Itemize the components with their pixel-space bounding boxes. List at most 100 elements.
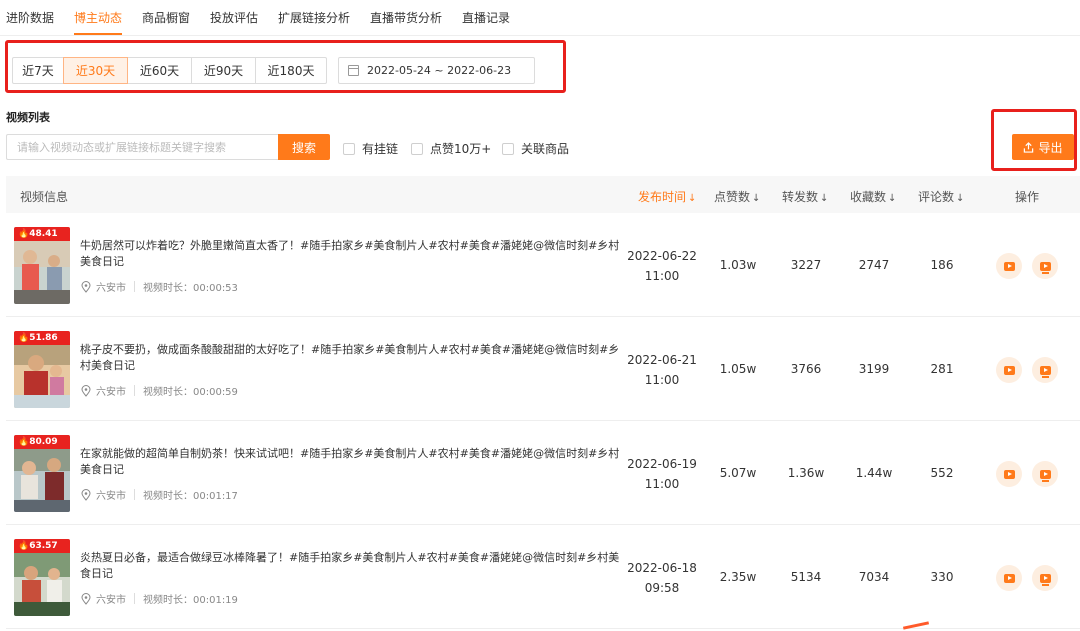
- location-pin-icon: [81, 384, 91, 397]
- column-operations: 操作: [1015, 190, 1040, 204]
- play-video-button[interactable]: [996, 357, 1022, 383]
- video-title[interactable]: 在家就能做的超简单自制奶茶！快来试试吧！#随手拍家乡#美食制片人#农村#美食#潘…: [80, 446, 625, 478]
- date-range-picker[interactable]: 2022-05-24 ~ 2022-06-23: [338, 57, 535, 84]
- column-shares-label: 转发数: [782, 190, 819, 204]
- location-pin-icon: [81, 280, 91, 293]
- comments-count: 281: [930, 362, 954, 376]
- calendar-icon: [348, 65, 359, 76]
- checkbox[interactable]: [343, 142, 355, 155]
- video-thumbnail[interactable]: 🔥 48.41: [14, 227, 70, 304]
- video-thumbnail[interactable]: 🔥 63.57: [14, 539, 70, 616]
- checkbox[interactable]: [411, 142, 423, 155]
- column-video-info: 视频信息: [20, 190, 69, 204]
- range-30-days[interactable]: 近30天: [63, 57, 128, 84]
- publish-date: 2022-06-22: [627, 249, 697, 263]
- filter-likes-100k-label: 点赞10万+: [430, 142, 492, 156]
- shares-count: 5134: [790, 570, 822, 584]
- heat-score-badge: 🔥 51.86: [14, 331, 70, 345]
- video-title[interactable]: 炎热夏日必备，最适合做绿豆冰棒降暑了！#随手拍家乡#美食制片人#农村#美食#潘姥…: [80, 550, 625, 582]
- column-publish-time-label: 发布时间: [638, 190, 687, 204]
- tab-link-analysis[interactable]: 扩展链接分析: [278, 9, 350, 26]
- search-button[interactable]: 搜索: [278, 134, 330, 160]
- video-play-icon: [1003, 365, 1015, 375]
- publish-time: 2022-06-22 11:00: [626, 246, 698, 286]
- sort-arrow-icon: ↓: [688, 193, 697, 204]
- range-7-days[interactable]: 近7天: [12, 57, 64, 84]
- likes-count: 2.35w: [719, 570, 757, 584]
- video-meta: 六安市 视频时长：00:01:19: [81, 591, 238, 606]
- video-title[interactable]: 牛奶居然可以炸着吃？外脆里嫩简直太香了！#随手拍家乡#美食制片人#农村#美食#潘…: [80, 238, 625, 270]
- video-thumbnail[interactable]: 🔥 51.86: [14, 331, 70, 408]
- heat-score: 80.09: [29, 437, 58, 447]
- tv-play-button[interactable]: [1032, 565, 1058, 591]
- tab-product-showcase[interactable]: 商品橱窗: [142, 9, 190, 26]
- heat-score: 51.86: [29, 333, 58, 343]
- top-tabs: 进阶数据 博主动态 商品橱窗 投放评估 扩展链接分析 直播带货分析 直播记录: [0, 0, 1080, 36]
- export-icon: [1024, 141, 1034, 153]
- favorites-count: 1.44w: [855, 466, 893, 480]
- export-label: 导出: [1038, 140, 1063, 155]
- tv-icon: [1039, 365, 1051, 378]
- column-shares[interactable]: 转发数 ↓: [782, 188, 828, 205]
- tab-blogger-activity[interactable]: 博主动态: [74, 9, 122, 26]
- column-favorites-label: 收藏数: [850, 190, 887, 204]
- heat-score-badge: 🔥 80.09: [14, 435, 70, 449]
- video-title[interactable]: 桃子皮不要扔，做成面条酸酸甜甜的太好吃了！#随手拍家乡#美食制片人#农村#美食#…: [80, 342, 625, 374]
- column-favorites[interactable]: 收藏数 ↓: [850, 188, 896, 205]
- play-video-button[interactable]: [996, 253, 1022, 279]
- video-location: 六安市: [96, 491, 126, 502]
- tv-play-button[interactable]: [1032, 253, 1058, 279]
- range-60-days[interactable]: 近60天: [127, 57, 192, 84]
- publish-clock: 11:00: [644, 373, 680, 387]
- column-comments[interactable]: 评论数 ↓: [918, 188, 964, 205]
- video-play-icon: [1003, 261, 1015, 271]
- shares-count: 1.36w: [787, 466, 825, 480]
- location-pin-icon: [81, 592, 91, 605]
- publish-clock: 09:58: [644, 581, 680, 595]
- shares-count: 3227: [790, 258, 822, 272]
- publish-time: 2022-06-19 11:00: [626, 454, 698, 494]
- likes-count: 1.05w: [719, 362, 757, 376]
- checkbox[interactable]: [502, 142, 514, 155]
- video-list-title: 视频列表: [6, 111, 50, 124]
- filter-related-products[interactable]: 关联商品: [502, 140, 569, 157]
- video-meta: 六安市 视频时长：00:01:17: [81, 487, 238, 502]
- likes-count: 5.07w: [719, 466, 757, 480]
- play-video-button[interactable]: [996, 461, 1022, 487]
- video-duration: 视频时长：00:01:17: [143, 491, 238, 502]
- video-meta: 六安市 视频时长：00:00:59: [81, 383, 238, 398]
- favorites-count: 3199: [858, 362, 890, 376]
- tab-live-records[interactable]: 直播记录: [462, 9, 510, 26]
- publish-time: 2022-06-21 11:00: [626, 350, 698, 390]
- publish-clock: 11:00: [644, 269, 680, 283]
- video-thumbnail[interactable]: 🔥 80.09: [14, 435, 70, 512]
- favorites-count: 2747: [858, 258, 890, 272]
- divider: [134, 489, 135, 500]
- sort-arrow-icon: ↓: [888, 193, 897, 204]
- play-video-button[interactable]: [996, 565, 1022, 591]
- column-publish-time[interactable]: 发布时间 ↓: [638, 188, 696, 205]
- active-tab-indicator: [74, 33, 122, 35]
- tab-live-sales-analysis[interactable]: 直播带货分析: [370, 9, 442, 26]
- publish-clock: 11:00: [644, 477, 680, 491]
- search-input[interactable]: [6, 134, 278, 160]
- range-180-days[interactable]: 近180天: [255, 57, 327, 84]
- tab-advanced-data[interactable]: 进阶数据: [6, 9, 54, 26]
- filter-has-link[interactable]: 有挂链: [343, 140, 398, 157]
- video-duration: 视频时长：00:00:59: [143, 387, 238, 398]
- tv-icon: [1039, 469, 1051, 482]
- tv-icon: [1039, 261, 1051, 274]
- column-likes[interactable]: 点赞数 ↓: [714, 188, 760, 205]
- favorites-count: 7034: [858, 570, 890, 584]
- comments-count: 330: [930, 570, 954, 584]
- heat-score-badge: 🔥 63.57: [14, 539, 70, 553]
- tv-play-button[interactable]: [1032, 357, 1058, 383]
- heat-score: 63.57: [29, 541, 58, 551]
- tab-ad-evaluation[interactable]: 投放评估: [210, 9, 258, 26]
- export-button[interactable]: 导出: [1012, 134, 1074, 160]
- tv-play-button[interactable]: [1032, 461, 1058, 487]
- likes-count: 1.03w: [719, 258, 757, 272]
- range-90-days[interactable]: 近90天: [191, 57, 256, 84]
- filter-likes-100k[interactable]: 点赞10万+: [411, 140, 491, 157]
- video-location: 六安市: [96, 595, 126, 606]
